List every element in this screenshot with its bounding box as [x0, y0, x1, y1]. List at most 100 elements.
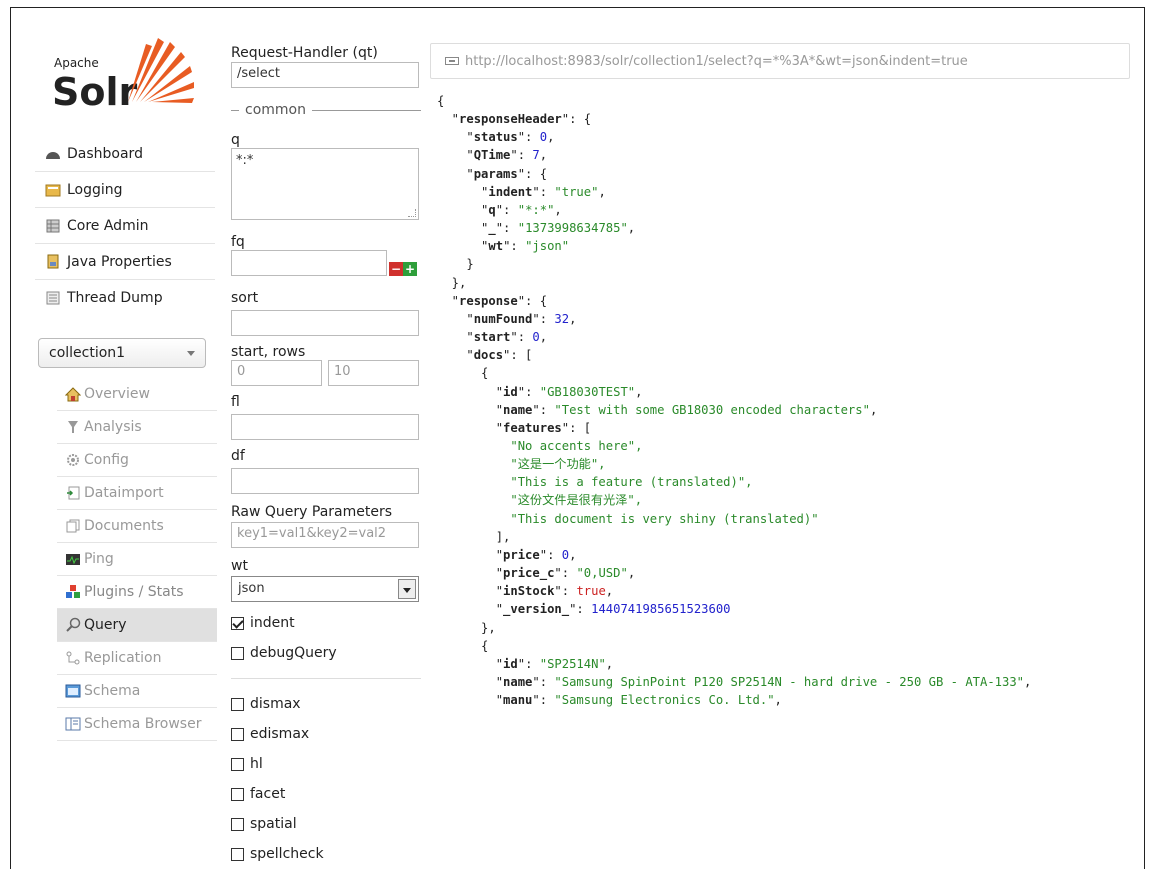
home-icon — [65, 386, 81, 402]
doc1-feature-value: "This document is very shiny (translated… — [510, 511, 819, 526]
wt-label: wt — [231, 558, 248, 574]
request-url-bar[interactable]: http://localhost:8983/solr/collection1/s… — [430, 43, 1130, 79]
core-nav-replication[interactable]: Replication — [57, 642, 217, 675]
debug-query-checkbox[interactable] — [231, 646, 244, 660]
hl-label: hl — [250, 756, 263, 772]
status-value: 0 — [539, 130, 548, 145]
raw-query-input[interactable]: key1=val1&key2=val2 — [231, 522, 419, 548]
json-line: "id": "GB18030TEST", — [437, 384, 643, 399]
solr-logo[interactable]: Apache Solr — [44, 36, 194, 116]
df-input[interactable] — [231, 468, 419, 494]
spellcheck-option[interactable]: spellcheck — [231, 839, 421, 869]
facet-checkbox[interactable] — [231, 787, 244, 801]
json-line: "docs": [ — [437, 348, 533, 363]
doc1-version-value: 1440741985651523600 — [591, 602, 731, 617]
core-nav-analysis[interactable]: Analysis — [57, 411, 217, 444]
query-form: Request-Handler (qt) /select common q *:… — [231, 45, 421, 869]
param-underscore-value: "1373998634785" — [517, 221, 628, 236]
core-nav-schema[interactable]: Schema — [57, 675, 217, 708]
core-nav-dataimport[interactable]: Dataimport — [57, 477, 217, 510]
core-nav-label: Analysis — [84, 419, 142, 435]
search-icon — [65, 617, 81, 633]
remove-fq-button[interactable]: − — [389, 262, 403, 276]
nav-item-core-admin[interactable]: Core Admin — [35, 208, 215, 244]
handler-input[interactable]: /select — [231, 62, 419, 88]
doc2-id-value: "SP2514N" — [539, 656, 606, 671]
core-nav-schema-browser[interactable]: Schema Browser — [57, 708, 217, 741]
add-fq-button[interactable]: + — [403, 262, 417, 276]
json-line: ], — [437, 529, 511, 544]
wt-select[interactable]: json — [231, 576, 419, 602]
nav-item-logging[interactable]: Logging — [35, 172, 215, 208]
json-line: "response": { — [437, 293, 548, 308]
nav-item-thread-dump[interactable]: Thread Dump — [35, 280, 215, 316]
debug-query-option[interactable]: debugQuery — [231, 638, 421, 668]
indent-option[interactable]: indent — [231, 608, 421, 638]
fq-input[interactable] — [231, 250, 387, 276]
fl-label: fl — [231, 394, 240, 410]
json-line: { — [437, 638, 489, 653]
json-line: "inStock": true, — [437, 584, 614, 599]
json-line: "这是一个功能", — [437, 457, 605, 471]
raw-query-label: Raw Query Parameters — [231, 504, 393, 520]
request-url-text[interactable]: http://localhost:8983/solr/collection1/s… — [465, 54, 968, 69]
core-nav-overview[interactable]: Overview — [57, 378, 217, 411]
start-value: 0 — [532, 330, 540, 345]
doc1-name-value: "Test with some GB18030 encoded characte… — [554, 402, 870, 417]
nav-item-label: Dashboard — [67, 145, 143, 162]
core-nav-documents[interactable]: Documents — [57, 510, 217, 543]
rows-input[interactable]: 10 — [328, 360, 419, 386]
fl-input[interactable] — [231, 414, 419, 440]
spatial-checkbox[interactable] — [231, 817, 244, 831]
core-nav-plugins-stats[interactable]: Plugins / Stats — [57, 576, 217, 609]
edismax-label: edismax — [250, 726, 310, 742]
filter-icon — [65, 419, 81, 435]
json-line: "wt": "json" — [437, 239, 570, 254]
core-nav-label: Query — [84, 617, 127, 633]
edismax-checkbox[interactable] — [231, 727, 244, 741]
common-legend: common — [231, 102, 421, 118]
q-textarea[interactable]: *:* — [231, 148, 419, 220]
core-nav-label: Plugins / Stats — [84, 584, 184, 600]
doc1-instock-value: true — [576, 584, 606, 599]
core-nav-label: Config — [84, 452, 129, 468]
chevron-down-icon — [187, 351, 195, 356]
json-line: { — [437, 94, 445, 108]
core-nav-query[interactable]: Query — [57, 609, 217, 642]
indent-checkbox[interactable] — [231, 616, 244, 630]
doc1-feature-value: "This is a feature (translated)", — [510, 475, 753, 490]
schema-icon — [65, 683, 81, 699]
start-rows-row: 0 10 — [231, 360, 421, 386]
core-nav-label: Overview — [84, 386, 150, 402]
spellcheck-checkbox[interactable] — [231, 847, 244, 861]
facet-option[interactable]: facet — [231, 779, 421, 809]
doc1-feature-value: "这份文件是很有光泽", — [510, 493, 643, 508]
json-line: "price_c": "0,USD", — [437, 566, 636, 581]
nav-item-java-properties[interactable]: Java Properties — [35, 244, 215, 280]
json-line: "name": "Test with some GB18030 encoded … — [437, 402, 878, 417]
schema-browser-icon — [65, 716, 81, 732]
start-input[interactable]: 0 — [231, 360, 322, 386]
core-nav-label: Dataimport — [84, 485, 164, 501]
json-line: "This is a feature (translated)", — [437, 475, 753, 490]
handler-label: Request-Handler (qt) — [231, 45, 378, 61]
core-nav-config[interactable]: Config — [57, 444, 217, 477]
spatial-option[interactable]: spatial — [231, 809, 421, 839]
param-q-value: "*:*" — [517, 202, 555, 217]
dismax-option[interactable]: dismax — [231, 689, 421, 719]
resize-grip-icon[interactable] — [408, 209, 416, 217]
core-selector[interactable]: collection1 — [38, 338, 206, 368]
core-nav-ping[interactable]: Ping — [57, 543, 217, 576]
dismax-checkbox[interactable] — [231, 697, 244, 711]
json-line: "manu": "Samsung Electronics Co. Ltd.", — [437, 693, 782, 708]
nav-item-dashboard[interactable]: Dashboard — [35, 136, 215, 172]
json-line: "price": 0, — [437, 547, 577, 562]
fq-label: fq — [231, 234, 245, 250]
edismax-option[interactable]: edismax — [231, 719, 421, 749]
common-legend-text: common — [245, 102, 306, 118]
hl-option[interactable]: hl — [231, 749, 421, 779]
sort-input[interactable] — [231, 310, 419, 336]
json-response: { "responseHeader": { "status": 0, "QTim… — [437, 92, 1137, 709]
dashboard-icon — [45, 146, 61, 162]
hl-checkbox[interactable] — [231, 757, 244, 771]
